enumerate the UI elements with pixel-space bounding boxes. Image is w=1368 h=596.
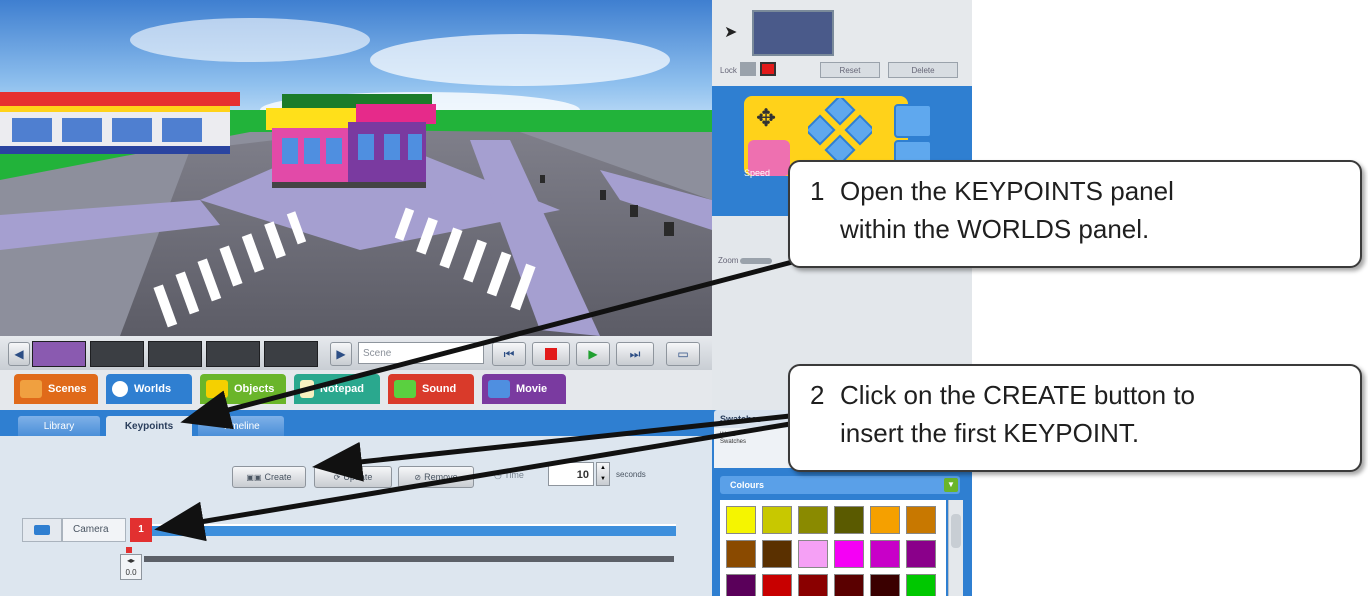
callout-step-2: 2 Click on the CREATE button to insert th… — [788, 364, 1362, 472]
callout-1-line-2: within the WORLDS panel. — [840, 214, 1150, 244]
arrow-to-keypoints-tab — [180, 257, 801, 430]
callout-2-line-1: Click on the CREATE button to — [840, 380, 1196, 410]
callout-1-number: 1 — [810, 176, 825, 206]
callout-step-1: 1 Open the KEYPOINTS panel within the WOR… — [788, 160, 1362, 268]
callout-2-line-2: insert the first KEYPOINT. — [840, 418, 1140, 448]
callout-1-line-1: Open the KEYPOINTS panel — [840, 176, 1174, 206]
arrow-to-create-button — [312, 413, 791, 482]
callout-2-number: 2 — [810, 380, 825, 410]
arrow-to-keypoint-marker — [154, 421, 791, 542]
annotation-arrows — [154, 257, 801, 542]
